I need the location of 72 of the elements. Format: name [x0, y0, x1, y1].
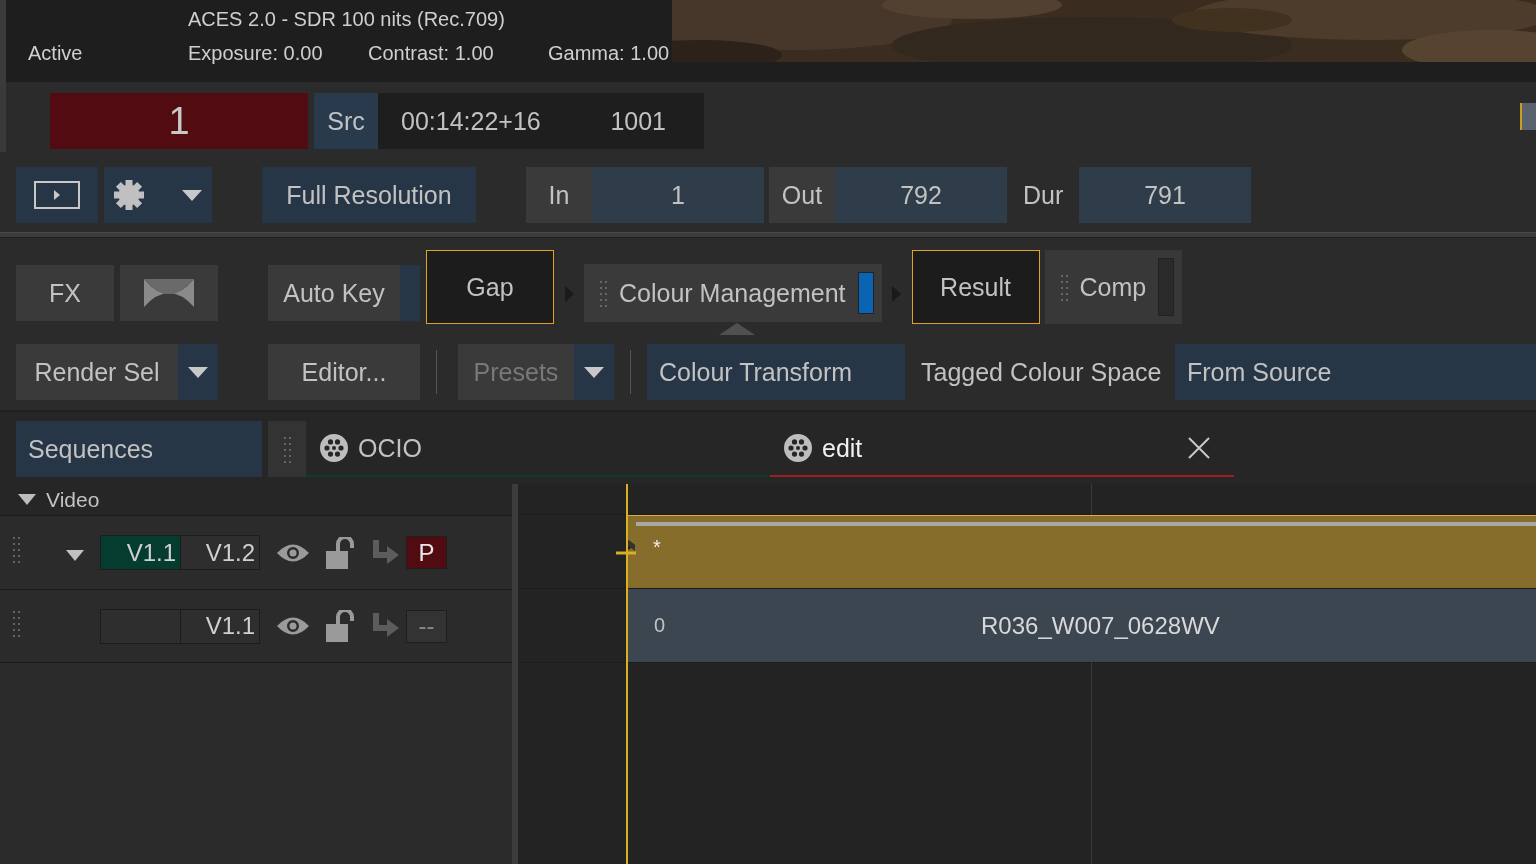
node[interactable]: Result	[911, 250, 1040, 324]
range-handle[interactable]	[1520, 103, 1536, 130]
frame-number: 1001	[610, 106, 666, 136]
node[interactable]: Gap	[426, 250, 554, 324]
tab[interactable]: OCIO	[306, 421, 770, 477]
presets-dropdown[interactable]	[574, 344, 614, 400]
contrast-label: Contrast: 1.00	[368, 41, 495, 65]
source-label: Src	[314, 93, 378, 149]
turn-arrow-icon[interactable]	[372, 539, 400, 566]
grip-icon[interactable]	[13, 609, 20, 637]
display-transform-label: ACES 2.0 - SDR 100 nits (Rec.709)	[188, 7, 506, 31]
render-button[interactable]: Render Sel	[16, 344, 178, 400]
duration-label: Dur	[1023, 179, 1065, 211]
tab-label: edit	[822, 433, 863, 463]
viewer-button[interactable]	[16, 167, 98, 223]
render-dropdown[interactable]	[178, 344, 218, 400]
turn-arrow-icon[interactable]	[372, 613, 400, 639]
film-reel-icon	[320, 434, 348, 462]
version-cell[interactable]: V1.1	[101, 536, 180, 569]
collapse-icon[interactable]	[18, 494, 36, 505]
out-point-button[interactable]: Out	[769, 167, 835, 223]
tab[interactable]: edit	[770, 421, 1234, 477]
unlocked-icon[interactable]	[326, 610, 356, 642]
caret-icon	[188, 366, 208, 378]
node[interactable]: Comp	[1044, 250, 1183, 324]
settings-button[interactable]	[104, 167, 212, 223]
media-clip[interactable]: 0 R036_W007_0628WV	[627, 589, 1536, 662]
tab-label: OCIO	[358, 433, 422, 463]
node-label: Colour Management	[619, 278, 846, 308]
track-group-label: Video	[46, 487, 100, 512]
clip-start-frame: 0	[654, 614, 666, 637]
frame-counter[interactable]: 1	[50, 93, 308, 149]
tagged-colour-space-label: Tagged Colour Space	[921, 356, 1163, 388]
status-label: Active	[28, 41, 84, 65]
caret-icon	[182, 189, 202, 201]
close-icon[interactable]	[1188, 437, 1210, 459]
node[interactable]: Colour Management	[584, 264, 882, 322]
unlocked-icon[interactable]	[326, 536, 356, 569]
wipe-icon	[144, 279, 194, 307]
colour-space-dropdown[interactable]: From Source	[1175, 344, 1536, 400]
node-label: Comp	[1079, 272, 1147, 302]
duration-field[interactable]: 791	[1079, 167, 1251, 223]
grip-icon[interactable]	[283, 435, 291, 463]
clip-name: R036_W007_0628WV	[981, 611, 1220, 640]
sequences-button[interactable]: Sequences	[16, 421, 262, 477]
fx-button[interactable]: FX	[16, 265, 114, 321]
gap-clip[interactable]: *	[627, 515, 1536, 588]
publish-badge[interactable]: P	[406, 536, 447, 569]
resolution-button[interactable]: Full Resolution	[262, 167, 476, 223]
in-point-field[interactable]: 1	[592, 167, 764, 223]
out-point-field[interactable]: 792	[835, 167, 1007, 223]
editor-button[interactable]: Editor...	[268, 344, 420, 400]
publish-badge[interactable]: --	[406, 609, 447, 643]
wipe-button[interactable]	[120, 265, 218, 321]
in-point-button[interactable]: In	[526, 167, 592, 223]
grip-icon[interactable]	[1060, 273, 1068, 301]
exposure-label: Exposure: 0.00	[188, 41, 324, 65]
grip-icon[interactable]	[600, 279, 607, 307]
expand-icon[interactable]	[66, 549, 84, 561]
settings-icon	[114, 180, 144, 210]
auto-key-button[interactable]: Auto Key	[268, 265, 400, 321]
colour-transform-dropdown[interactable]: Colour Transform	[647, 344, 905, 400]
key-toggle[interactable]	[400, 265, 420, 321]
clip-label: *	[653, 536, 661, 559]
film-reel-icon	[784, 434, 812, 462]
eye-icon[interactable]	[276, 615, 310, 637]
timecode-text: 00:14:22+16	[401, 106, 541, 136]
gamma-label: Gamma: 1.00	[548, 41, 671, 65]
caret-icon	[584, 366, 604, 378]
grip-icon[interactable]	[13, 536, 20, 563]
viewer-icon	[34, 181, 80, 209]
enable-indicator[interactable]	[857, 272, 874, 314]
